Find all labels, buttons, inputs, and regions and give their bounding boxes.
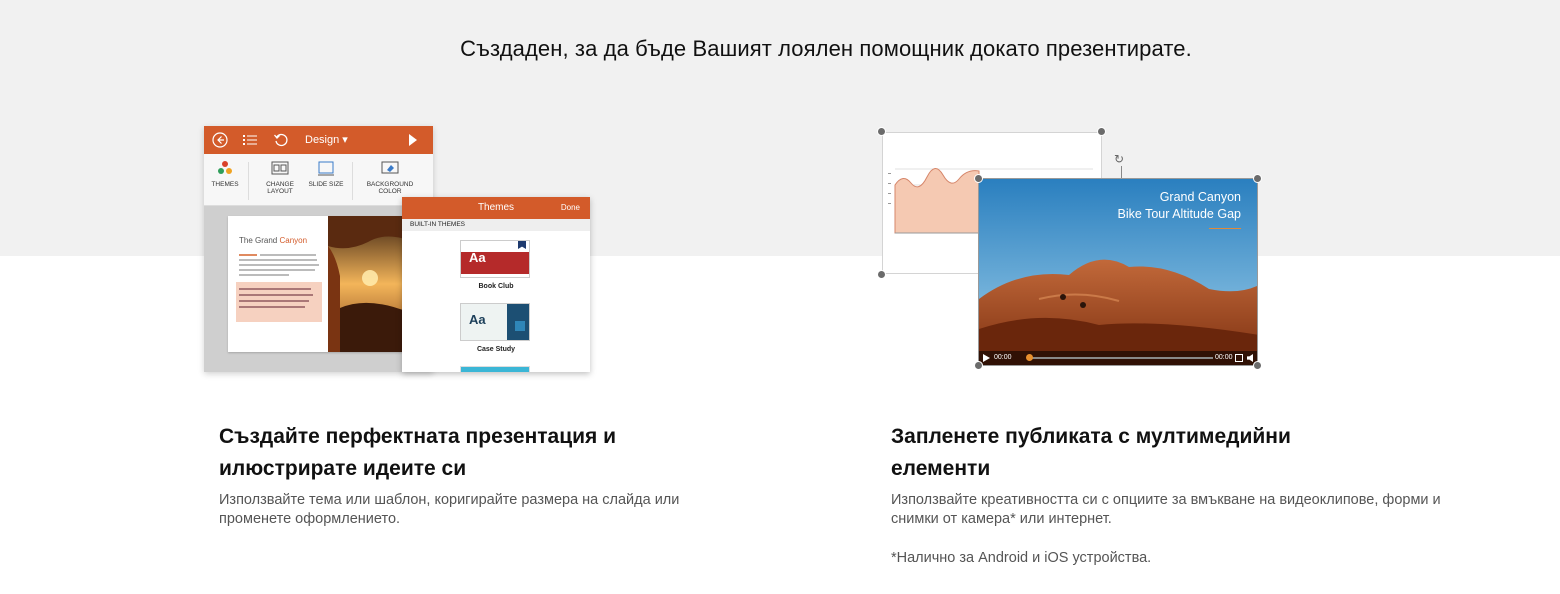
rotate-icon[interactable]: ↻ [1114,152,1124,166]
play-icon [409,134,417,146]
slide-title: The Grand Canyon [239,236,308,245]
themes-header: Themes Done [402,197,590,219]
theme-thumb-book-club[interactable]: Aa [460,240,530,278]
resize-handle[interactable] [1253,361,1262,370]
app-window-mock: Design ▾ THEMES CHANGE LAYOUT SLIDE SIZE [204,126,433,372]
resize-handle[interactable] [974,174,983,183]
feature-footnote: *Налично за Android и iOS устройства. [891,550,1152,566]
resize-handle[interactable] [877,270,886,279]
current-time: 00:00 [994,354,1012,361]
slide-size-icon [318,161,334,176]
theme-name: Book Club [478,283,514,290]
layout-icon [271,161,289,175]
video-title: Grand Canyon Bike Tour Altitude Gap [1118,189,1241,229]
done-button[interactable]: Done [561,203,580,212]
total-time: 00:00 [1215,354,1233,361]
slide-preview: The Grand Canyon [228,216,418,352]
seek-handle[interactable] [1026,354,1033,361]
video-player[interactable]: Grand Canyon Bike Tour Altitude Gap 00:0… [978,178,1258,366]
theme-thumb-case-study[interactable]: Aa [460,303,530,341]
feature-heading: Запленете публиката с мултимедийни елеме… [891,425,1291,480]
theme-thumb-next[interactable] [460,366,530,372]
play-icon[interactable] [983,354,990,362]
built-in-themes-label: BUILT-IN THEMES [402,219,590,231]
page-headline: Създаден, за да бъде Вашият лоялен помощ… [460,36,1192,61]
ribbon-change-layout: CHANGE LAYOUT [260,160,300,195]
seek-bar[interactable] [1027,357,1213,359]
ribbon-background-color: BACKGROUND COLOR [362,160,418,195]
list-icon [243,135,257,145]
app-toolbar: Design ▾ [204,126,433,154]
paint-bucket-icon [381,161,399,174]
fullscreen-icon[interactable] [1235,354,1243,362]
feature-description: Използвайте креативността си с опциите з… [891,492,1441,527]
ribbon: THEMES CHANGE LAYOUT SLIDE SIZE BACKGROU… [204,154,433,206]
design-menu: Design ▾ [305,134,348,146]
feature-column-presentation: Създайте перфектната презентация и илюст… [219,421,759,529]
resize-handle[interactable] [974,361,983,370]
themes-icon [218,161,232,174]
slide-canvas: The Grand Canyon [204,206,433,372]
volume-icon[interactable] [1247,354,1253,362]
undo-icon [274,133,288,147]
back-circle-icon [212,132,228,148]
theme-name: Case Study [476,346,516,353]
feature-column-multimedia: Запленете публиката с мултимедийни елеме… [891,421,1451,568]
feature-heading: Създайте перфектната презентация и илюст… [219,425,617,480]
video-controls: 00:00 00:00 [979,351,1257,365]
themes-panel: Themes Done BUILT-IN THEMES Aa Book Club… [402,197,590,372]
ribbon-slide-size: SLIDE SIZE [308,160,344,188]
resize-handle[interactable] [877,127,886,136]
resize-handle[interactable] [1097,127,1106,136]
rotate-line [1121,166,1122,178]
ribbon-themes: THEMES [207,160,243,188]
resize-handle[interactable] [1253,174,1262,183]
feature-description: Използвайте тема или шаблон, коригирайте… [219,492,680,527]
